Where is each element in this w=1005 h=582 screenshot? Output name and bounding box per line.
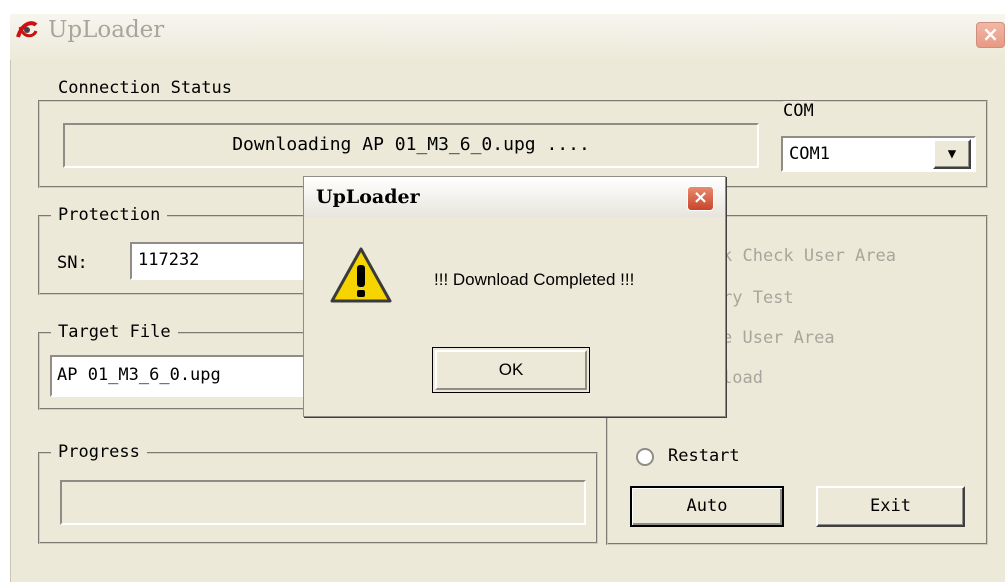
chevron-down-icon: ▼ bbox=[947, 146, 957, 162]
restart-radio[interactable] bbox=[636, 448, 654, 466]
option-erase-user-area-label: e User Area bbox=[722, 328, 835, 348]
dialog-title-bar[interactable]: UpLoader × bbox=[304, 177, 725, 217]
restart-label: Restart bbox=[668, 446, 740, 466]
option-check-user-area-label: k Check User Area bbox=[722, 246, 896, 266]
protection-legend: Protection bbox=[51, 205, 168, 225]
target-file-input[interactable]: AP 01_M3_6_0.upg bbox=[50, 355, 310, 397]
dialog-message: !!! Download Completed !!! bbox=[434, 270, 635, 289]
connection-status-legend: Connection Status bbox=[51, 78, 239, 98]
sn-input[interactable]: 117232 bbox=[130, 242, 310, 280]
alert-dialog: UpLoader × !!! Download Completed !!! OK bbox=[303, 176, 726, 417]
app-logo-icon bbox=[16, 21, 38, 38]
dialog-close-button[interactable]: × bbox=[687, 186, 714, 211]
exit-button[interactable]: Exit bbox=[816, 486, 965, 527]
target-file-legend: Target File bbox=[51, 322, 178, 342]
option-memory-test-label: ry Test bbox=[722, 288, 794, 308]
sn-label: SN: bbox=[57, 253, 88, 273]
ok-button[interactable]: OK bbox=[432, 347, 590, 393]
window-close-button[interactable]: × bbox=[976, 22, 1005, 48]
option-download-label: load bbox=[722, 368, 763, 388]
com-label: COM bbox=[783, 101, 814, 121]
ok-button-label: OK bbox=[435, 350, 587, 390]
warning-icon bbox=[330, 247, 392, 303]
com-select-value: COM1 bbox=[789, 144, 830, 164]
progress-bar bbox=[60, 480, 586, 525]
dialog-title: UpLoader bbox=[316, 186, 420, 208]
auto-button[interactable]: Auto bbox=[630, 486, 784, 527]
com-dropdown-button[interactable]: ▼ bbox=[933, 139, 971, 169]
connection-status-text: Downloading AP 01_M3_6_0.upg .... bbox=[63, 123, 759, 168]
progress-legend: Progress bbox=[51, 442, 147, 462]
com-select[interactable]: COM1 ▼ bbox=[781, 136, 976, 172]
window-title: UpLoader bbox=[48, 17, 165, 43]
